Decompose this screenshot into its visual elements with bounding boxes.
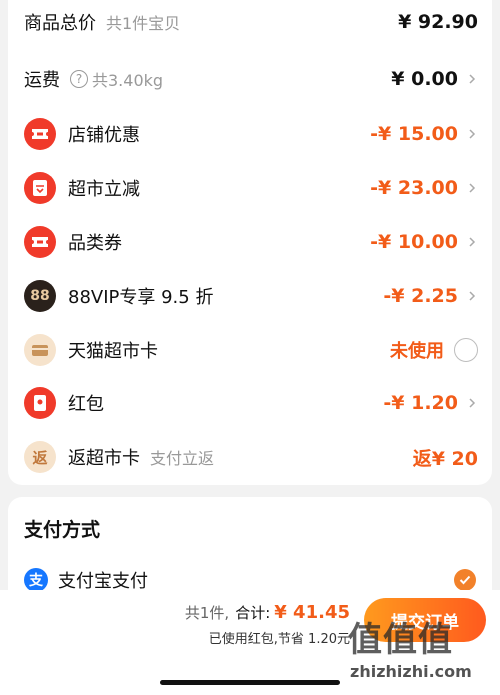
discount-label: 天猫超市卡	[68, 341, 158, 362]
discount-row-rebate: 返 返超市卡 支付立返 返¥ 20	[8, 437, 492, 477]
discount-label: 超市立减	[68, 179, 140, 200]
discount-amount: 未使用	[390, 341, 444, 362]
shipping-weight: 共3.40kg	[92, 71, 164, 90]
discount-row-88vip[interactable]: 88 88VIP专享 9.5 折 -¥ 2.25	[8, 276, 492, 316]
total-label: 合计:	[235, 604, 271, 622]
rebate-icon: 返	[24, 441, 56, 473]
discount-row-tmall-card[interactable]: 天猫超市卡 未使用	[8, 330, 492, 370]
shipping-label: 运费	[24, 70, 60, 91]
order-summary-card: 商品总价 共1件宝贝 ¥ 92.90 运费 ? 共3.40kg ¥ 0.00 店…	[8, 0, 492, 485]
unselected-radio[interactable]	[454, 338, 478, 362]
discount-label: 红包	[68, 394, 104, 415]
discount-amount: -¥ 2.25	[383, 285, 458, 307]
discount-amount: 返¥ 20	[412, 447, 478, 470]
shipping-amount: ¥ 0.00	[391, 68, 458, 90]
goods-total-label: 商品总价	[24, 13, 96, 34]
red-packet-icon	[24, 387, 56, 419]
discount-label: 店铺优惠	[68, 125, 140, 146]
chevron-right-icon	[469, 183, 476, 193]
chevron-right-icon	[469, 74, 476, 84]
coupon-icon	[24, 172, 56, 204]
savings-note: 已使用红包,节省 1.20元	[208, 632, 350, 647]
chevron-right-icon	[469, 129, 476, 139]
submit-order-button[interactable]: 提交订单	[364, 598, 486, 642]
discount-row-red-packet[interactable]: 红包 -¥ 1.20	[8, 383, 492, 423]
ticket-icon	[24, 226, 56, 258]
discount-label: 88VIP专享 9.5 折	[68, 287, 214, 308]
payment-title: 支付方式	[24, 519, 101, 541]
88vip-icon: 88	[24, 280, 56, 312]
ticket-icon	[24, 118, 56, 150]
card-icon	[24, 334, 56, 366]
chevron-right-icon	[469, 291, 476, 301]
item-count: 共1件,	[184, 604, 230, 622]
checkmark-icon[interactable]	[454, 569, 476, 591]
question-icon[interactable]: ?	[70, 70, 88, 88]
discount-label: 返超市卡	[68, 448, 140, 469]
discount-amount: -¥ 1.20	[383, 392, 458, 414]
discount-amount: -¥ 23.00	[370, 177, 458, 199]
goods-total-amount: ¥ 92.90	[398, 11, 478, 33]
total-amount: ¥ 41.45	[274, 602, 350, 623]
discount-row-store[interactable]: 店铺优惠 -¥ 15.00	[8, 114, 492, 154]
alipay-icon: 支	[24, 568, 48, 592]
rebate-note: 支付立返	[150, 449, 215, 468]
shipping-row[interactable]: 运费 ? 共3.40kg ¥ 0.00	[8, 59, 492, 99]
discount-label: 品类券	[68, 233, 122, 254]
goods-total-row: 商品总价 共1件宝贝 ¥ 92.90	[8, 2, 492, 42]
goods-count: 共1件宝贝	[106, 14, 181, 33]
chevron-right-icon	[469, 237, 476, 247]
total-line: 共1件, 合计: ¥ 41.45	[185, 602, 350, 623]
discount-row-supermarket[interactable]: 超市立减 -¥ 23.00	[8, 168, 492, 208]
discount-amount: -¥ 10.00	[370, 231, 458, 253]
home-indicator	[160, 680, 340, 685]
discount-amount: -¥ 15.00	[370, 123, 458, 145]
discount-row-category[interactable]: 品类券 -¥ 10.00	[8, 222, 492, 262]
chevron-right-icon	[469, 398, 476, 408]
